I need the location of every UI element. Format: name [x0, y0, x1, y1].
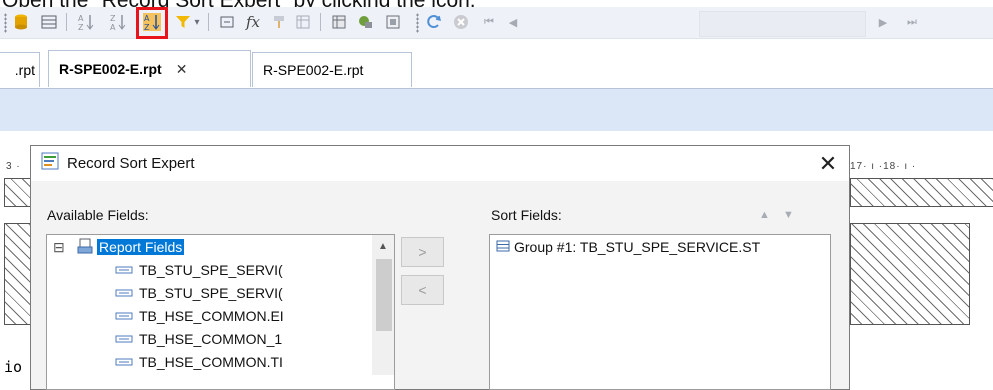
- tab-report-active[interactable]: R-SPE002-E.rpt ✕: [48, 50, 251, 87]
- field-label: TB_HSE_COMMON.TI: [139, 354, 283, 370]
- tab-label: .rpt: [14, 62, 35, 78]
- available-fields-scrollbar[interactable]: ▲: [372, 235, 394, 375]
- group-icon: [496, 239, 514, 255]
- field-label: TB_STU_SPE_SERVI(: [139, 285, 283, 301]
- canvas-text-fragment: io: [4, 358, 23, 376]
- document-tab-bar: .rpt R-SPE002-E.rpt ✕ R-SPE002-E.rpt: [0, 48, 993, 89]
- toolbar: AZ ZA AZ ▾ fx ⏮ ◀ ▶ ⏭: [0, 7, 993, 39]
- field-icon: [115, 331, 139, 347]
- tab-report-preview[interactable]: R-SPE002-E.rpt: [252, 52, 412, 87]
- tab-label: R-SPE002-E.rpt: [263, 62, 364, 78]
- toolbar-grip[interactable]: [4, 13, 7, 33]
- scrollbar-thumb[interactable]: [376, 259, 392, 331]
- last-page-icon[interactable]: ⏭: [903, 13, 921, 31]
- field-icon: [115, 285, 139, 301]
- chart-icon[interactable]: [356, 13, 374, 31]
- sort-field-label: Group #1: TB_STU_SPE_SERVICE.ST: [514, 239, 761, 255]
- field-icon: [115, 354, 139, 370]
- svg-text:Z: Z: [78, 23, 84, 31]
- sort-fields-list[interactable]: Group #1: TB_STU_SPE_SERVICE.ST: [489, 234, 831, 390]
- field-label: TB_STU_SPE_SERVI(: [139, 262, 283, 278]
- move-up-icon[interactable]: ▲: [759, 209, 770, 221]
- report-fields-icon: [77, 238, 95, 257]
- formula-icon[interactable]: fx: [244, 13, 262, 31]
- field-label: TB_HSE_COMMON_1: [139, 331, 283, 347]
- sort-field-item[interactable]: Group #1: TB_STU_SPE_SERVICE.ST: [496, 236, 760, 258]
- dialog-close-button[interactable]: ✕: [813, 150, 843, 178]
- ruler-left: 3 ·: [6, 161, 21, 172]
- format-painter-icon[interactable]: [270, 13, 288, 31]
- tab-label: R-SPE002-E.rpt: [59, 61, 162, 77]
- scroll-up-icon[interactable]: ▲: [378, 241, 388, 252]
- database-icon[interactable]: [12, 13, 30, 31]
- move-down-icon[interactable]: ▼: [783, 209, 794, 221]
- filter-icon[interactable]: [174, 13, 192, 31]
- sort-fields-label: Sort Fields:: [491, 207, 562, 223]
- tree-root-label: Report Fields: [97, 239, 185, 255]
- highlight-box: [136, 7, 168, 39]
- add-sort-field-button[interactable]: >: [401, 237, 444, 267]
- cross-tab-icon[interactable]: [330, 13, 348, 31]
- field-list-item[interactable]: TB_STU_SPE_SERVI(: [115, 259, 283, 281]
- dialog-title-bar[interactable]: Record Sort Expert ✕: [31, 146, 849, 181]
- hatched-area: [4, 223, 32, 325]
- field-icon: [115, 262, 139, 278]
- previous-page-icon[interactable]: ◀: [504, 13, 522, 31]
- hatched-area: [850, 223, 970, 325]
- svg-text:A: A: [78, 14, 84, 23]
- page-number-input[interactable]: [699, 11, 866, 37]
- field-list-item[interactable]: TB_STU_SPE_SERVI(: [115, 282, 283, 304]
- field-label: TB_HSE_COMMON.EI: [139, 308, 284, 324]
- first-page-icon[interactable]: ⏮: [480, 13, 498, 31]
- dialog-app-icon: [41, 152, 59, 175]
- toolbar-separator: [320, 13, 321, 31]
- field-list-item[interactable]: TB_HSE_COMMON.EI: [115, 305, 284, 327]
- stop-icon[interactable]: [452, 13, 470, 31]
- hatched-area: [4, 178, 32, 207]
- field-icon: [115, 308, 139, 324]
- toolbar-grip[interactable]: [416, 13, 419, 33]
- dialog-title: Record Sort Expert: [67, 155, 195, 172]
- field-list-item[interactable]: TB_HSE_COMMON.TI: [115, 351, 283, 373]
- tab-close-icon[interactable]: ✕: [176, 61, 188, 78]
- tree-root-item[interactable]: ⊟ Report Fields: [53, 236, 185, 258]
- ruler-right: 17· ı ·18· ı ·: [850, 161, 917, 172]
- sort-descending-icon[interactable]: ZA: [109, 13, 127, 31]
- available-fields-label: Available Fields:: [47, 207, 149, 223]
- toolbar-separator: [208, 13, 209, 31]
- svg-text:A: A: [110, 23, 116, 31]
- insert-table-icon[interactable]: [294, 13, 312, 31]
- filter-dropdown-icon[interactable]: ▾: [192, 13, 202, 31]
- tree-collapse-icon[interactable]: ⊟: [53, 239, 71, 256]
- next-page-icon[interactable]: ▶: [874, 13, 892, 31]
- field-list-item[interactable]: TB_HSE_COMMON_1: [115, 328, 282, 350]
- remove-sort-field-button[interactable]: <: [401, 275, 444, 305]
- record-sort-expert-dialog: Record Sort Expert ✕ Available Fields: S…: [30, 145, 850, 390]
- group-expert-icon[interactable]: [40, 13, 58, 31]
- refresh-icon[interactable]: [425, 13, 443, 31]
- insert-text-object-icon[interactable]: [218, 13, 236, 31]
- svg-text:Z: Z: [110, 14, 116, 23]
- subreport-icon[interactable]: [384, 13, 402, 31]
- available-fields-list[interactable]: ⊟ Report Fields TB_STU_SPE_SERVI( TB_STU…: [46, 234, 395, 390]
- toolbar-separator: [66, 13, 67, 31]
- tab-report-previous[interactable]: .rpt: [0, 52, 40, 87]
- sort-ascending-icon[interactable]: AZ: [77, 13, 95, 31]
- report-header-band: [0, 89, 993, 131]
- hatched-area: [850, 178, 993, 207]
